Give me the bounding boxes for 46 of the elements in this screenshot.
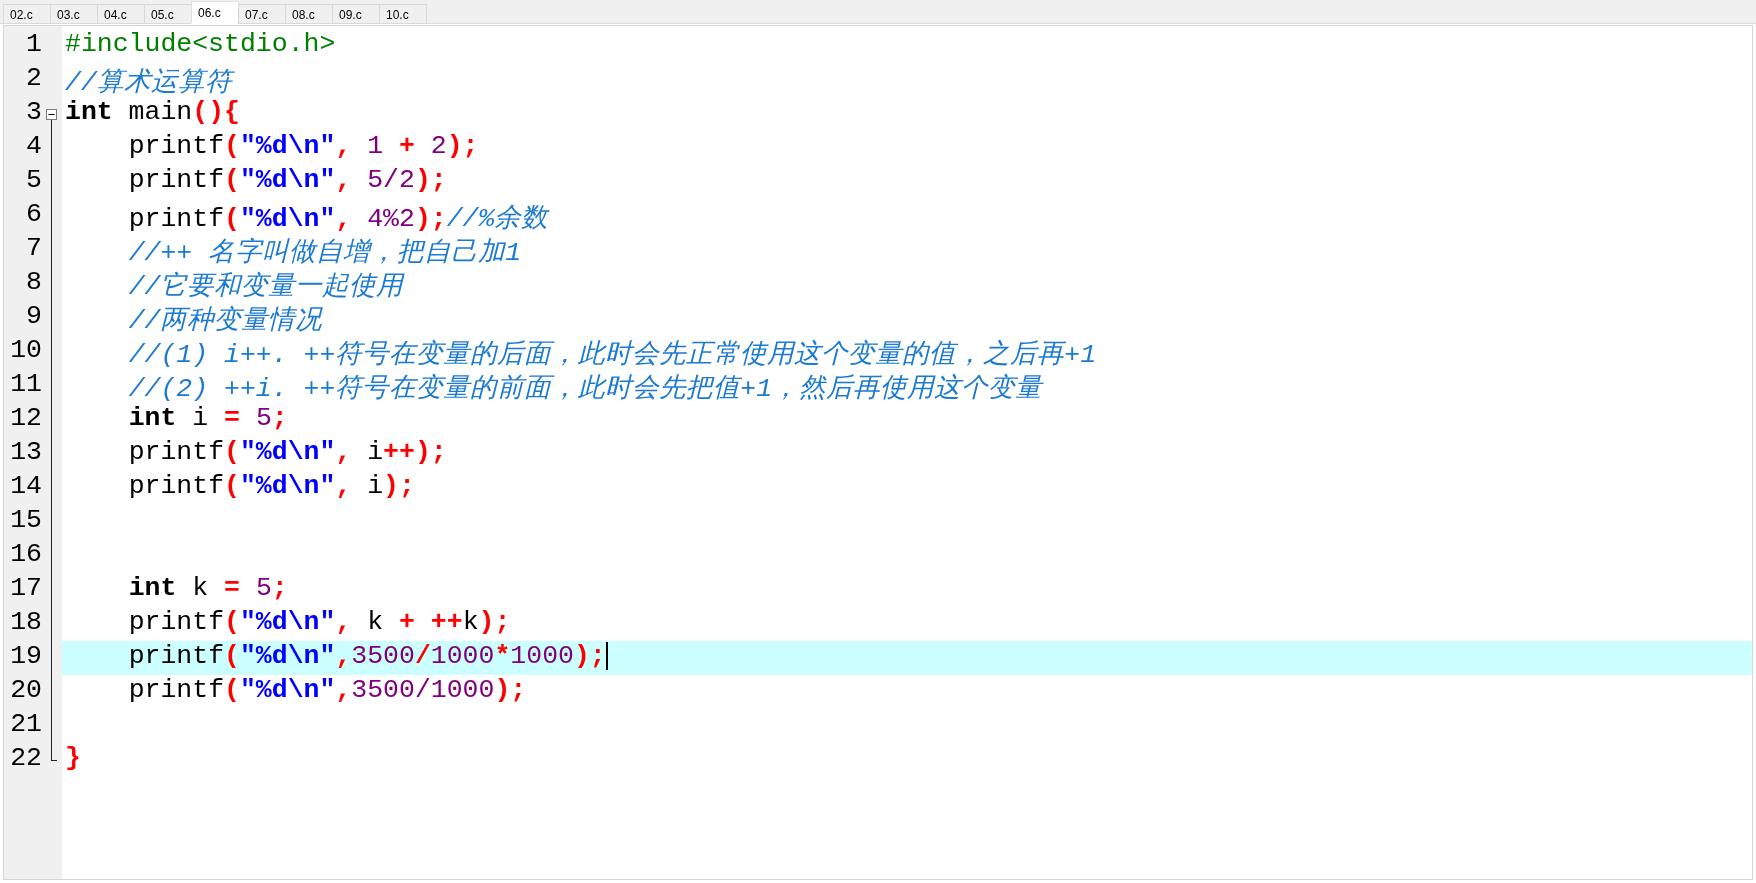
code-line: printf("%d\n", 1 + 2);: [128, 131, 479, 161]
file-tab[interactable]: 10.c: [379, 4, 427, 24]
line-number: 16: [9, 539, 42, 571]
line-number: 17: [9, 573, 42, 605]
line-number: 4: [25, 131, 42, 163]
code-line: int k = 5;: [128, 573, 288, 603]
line-number: 15: [9, 505, 42, 537]
code-line: #include<stdio.h>: [65, 29, 336, 59]
line-number: 2: [25, 63, 42, 95]
code-line: int main(){: [65, 97, 240, 127]
line-number: 1: [25, 29, 42, 61]
line-number: 9: [25, 301, 42, 333]
code-line: printf("%d\n",3500/1000*1000);: [128, 641, 606, 671]
line-number: 12: [9, 403, 42, 435]
line-number: 3: [25, 97, 42, 129]
file-tab[interactable]: 06.c: [191, 1, 239, 24]
code-line: }: [65, 743, 81, 773]
line-number: 14: [9, 471, 42, 503]
code-line: //(1) i++. ++符号在变量的后面，此时会先正常使用这个变量的值，之后再+1: [128, 340, 1097, 370]
code-line: printf("%d\n", 5/2);: [128, 165, 447, 195]
code-line: printf("%d\n", i);: [128, 471, 415, 501]
code-line: //两种变量情况: [128, 306, 323, 336]
text-cursor: [605, 642, 608, 670]
code-line: printf("%d\n", k + ++k);: [128, 607, 511, 637]
code-line: printf("%d\n", 4%2);//%余数: [128, 204, 549, 234]
code-line: int i = 5;: [128, 403, 288, 433]
file-tab[interactable]: 02.c: [3, 4, 51, 24]
code-line: //++ 名字叫做自增，把自己加1: [128, 238, 522, 268]
code-line: printf("%d\n",3500/1000);: [128, 675, 527, 705]
collapse-icon[interactable]: [46, 108, 57, 120]
line-number: 7: [25, 233, 42, 265]
line-number: 6: [25, 199, 42, 231]
line-number: 21: [9, 709, 42, 741]
line-number: 13: [9, 437, 42, 469]
line-number: 20: [9, 675, 42, 707]
line-number: 22: [9, 743, 42, 775]
code-line: //它要和变量一起使用: [128, 272, 404, 302]
line-number: 5: [25, 165, 42, 197]
line-number: 11: [9, 369, 42, 401]
file-tab[interactable]: 07.c: [238, 4, 286, 24]
line-number: 10: [9, 335, 42, 367]
line-number: 18: [9, 607, 42, 639]
code-line: //(2) ++i. ++符号在变量的前面，此时会先把值+1，然后再使用这个变量: [128, 374, 1043, 404]
line-number: 8: [25, 267, 42, 299]
code-line: printf("%d\n", i++);: [128, 437, 447, 467]
line-number: 19: [9, 641, 42, 673]
